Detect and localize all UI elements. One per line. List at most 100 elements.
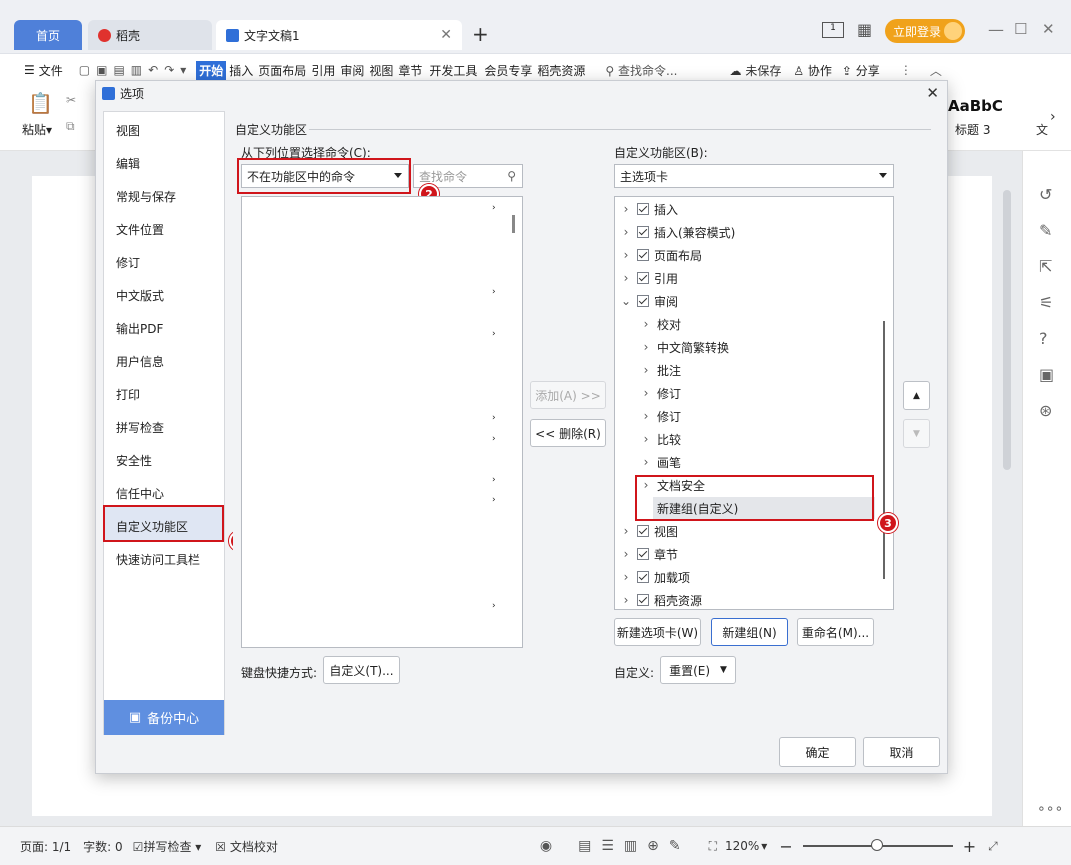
menu-section[interactable]: 章节 xyxy=(398,62,422,79)
tree-item-review[interactable]: ⌄ 审阅 xyxy=(619,290,678,312)
nav-item-export-pdf[interactable]: 输出PDF xyxy=(116,320,163,337)
ribbon-tree[interactable]: › 插入 › 插入(兼容模式) › 页面布局 › 引用 ⌄ 审阅 › 校对 › 中文简繁转换 … xyxy=(614,196,894,610)
nav-item-file-location[interactable]: 文件位置 xyxy=(116,221,164,238)
nav-item-view[interactable]: 视图 xyxy=(116,122,140,139)
settings-sliders-icon[interactable]: ⚟ xyxy=(1039,293,1053,312)
menu-file[interactable]: 文件 xyxy=(39,62,63,79)
quick-toolbar-icons[interactable]: ▢▣▤▥↶↷▾ xyxy=(79,63,192,77)
collapse-ribbon-icon[interactable]: ︿ xyxy=(930,62,942,79)
zoom-slider-thumb[interactable] xyxy=(870,839,883,851)
new-tab-ribbon-button[interactable]: 新建选项卡(W) xyxy=(614,618,701,646)
chevron-right-icon[interactable]: › xyxy=(619,570,633,584)
ribbon-next-icon[interactable]: › xyxy=(1050,109,1056,125)
cut-icon[interactable]: ✂ xyxy=(66,93,76,107)
add-button[interactable]: 添加(A) >> xyxy=(530,381,606,409)
nav-item-chinese-layout[interactable]: 中文版式 xyxy=(116,287,164,304)
nav-item-quick-access[interactable]: 快速访问工具栏 xyxy=(116,551,200,568)
tree-item-view[interactable]: › 视图 xyxy=(619,520,678,542)
tree-group-revision[interactable]: › 修订 xyxy=(639,382,681,404)
tab-home[interactable]: 首页 xyxy=(14,20,82,50)
pen-icon[interactable]: ✎ xyxy=(1039,221,1052,240)
text-icon[interactable]: 文 xyxy=(1036,121,1048,138)
tab-shell[interactable]: 稻壳 xyxy=(88,20,212,50)
more-icon[interactable]: ⋮ xyxy=(900,63,912,77)
menu-icon[interactable]: ☰ xyxy=(24,63,35,77)
chevron-right-icon[interactable]: › xyxy=(639,386,653,400)
chevron-down-icon[interactable]: ⌄ xyxy=(619,294,633,308)
collab-button[interactable]: ♙ 协作 xyxy=(793,62,832,79)
checkbox[interactable] xyxy=(637,525,649,537)
word-count[interactable]: 字数: 0 xyxy=(83,838,123,855)
menu-developer[interactable]: 开发工具 xyxy=(429,62,477,79)
menu-member[interactable]: 会员专享 xyxy=(484,62,532,79)
checkbox[interactable] xyxy=(637,226,649,238)
nav-item-revision[interactable]: 修订 xyxy=(116,254,140,271)
chevron-right-icon[interactable]: › xyxy=(619,248,633,262)
login-button[interactable]: 立即登录 xyxy=(885,19,965,43)
tree-item-insert-compat[interactable]: › 插入(兼容模式) xyxy=(619,221,736,243)
chevron-right-icon[interactable]: › xyxy=(639,409,653,423)
shape-tool-icon[interactable]: ↺ xyxy=(1039,185,1052,204)
zoom-slider[interactable] xyxy=(802,839,953,851)
tree-group-chinese-convert[interactable]: › 中文简繁转换 xyxy=(639,336,729,358)
pointer-icon[interactable]: ⇱ xyxy=(1039,257,1052,276)
new-tab-button[interactable]: + xyxy=(472,22,489,46)
compass-icon[interactable]: ⊛ xyxy=(1039,401,1052,420)
menu-review[interactable]: 审阅 xyxy=(340,62,364,79)
nav-item-user-info[interactable]: 用户信息 xyxy=(116,353,164,370)
fit-page-icon[interactable]: ⛶ xyxy=(709,839,717,854)
menu-start[interactable]: 开始 xyxy=(196,60,227,80)
zoom-out-button[interactable]: − xyxy=(779,837,792,856)
menu-view[interactable]: 视图 xyxy=(369,62,393,79)
tab-document[interactable]: 文字文稿1 ✕ xyxy=(216,20,462,50)
style-name[interactable]: 标题 3 xyxy=(955,121,990,138)
customize-ribbon-select[interactable]: 主选项卡 xyxy=(614,164,894,188)
vertical-scrollbar[interactable] xyxy=(1000,160,1014,820)
chevron-right-icon[interactable]: › xyxy=(619,593,633,607)
move-up-button[interactable]: ▲ xyxy=(903,381,930,410)
fullscreen-icon[interactable]: ⤢ xyxy=(988,839,998,854)
image-edit-icon[interactable]: ▣ xyxy=(1039,365,1054,384)
nav-item-spell-check[interactable]: 拼写检查 xyxy=(116,419,164,436)
menu-references[interactable]: 引用 xyxy=(311,62,335,79)
tree-item-addins[interactable]: › 加载项 xyxy=(619,566,690,588)
zoom-in-button[interactable]: + xyxy=(963,837,976,856)
new-group-button[interactable]: 新建组(N) xyxy=(711,618,788,646)
style-preview[interactable]: AaBbC xyxy=(948,97,1003,115)
chevron-right-icon[interactable]: › xyxy=(619,524,633,538)
nav-item-edit[interactable]: 编辑 xyxy=(116,155,140,172)
layout-icon[interactable]: 1 xyxy=(822,22,844,38)
tree-item-references[interactable]: › 引用 xyxy=(619,267,678,289)
checkbox[interactable] xyxy=(637,249,649,261)
close-window-icon[interactable]: ✕ xyxy=(1042,20,1055,38)
nav-item-trust-center[interactable]: 信任中心 xyxy=(116,485,164,502)
reset-button[interactable]: 重置(E) ▼ xyxy=(660,656,736,684)
chevron-right-icon[interactable]: › xyxy=(639,455,653,469)
grid-apps-icon[interactable]: ▦ xyxy=(857,20,872,39)
customize-shortcut-button[interactable]: 自定义(T)... xyxy=(323,656,400,684)
cancel-button[interactable]: 取消 xyxy=(863,737,940,767)
tree-item-section[interactable]: › 章节 xyxy=(619,543,678,565)
chevron-right-icon[interactable]: › xyxy=(639,432,653,446)
tree-group-compare[interactable]: › 比较 xyxy=(639,428,681,450)
rename-button[interactable]: 重命名(M)... xyxy=(797,618,874,646)
chevron-right-icon[interactable]: › xyxy=(619,225,633,239)
tree-item-insert[interactable]: › 插入 xyxy=(619,198,678,220)
zoom-level[interactable]: 120% xyxy=(725,839,759,853)
more-tools-icon[interactable]: ∘∘∘ xyxy=(1037,801,1063,817)
close-tab-icon[interactable]: ✕ xyxy=(440,27,452,43)
nav-item-security[interactable]: 安全性 xyxy=(116,452,152,469)
nav-item-general-save[interactable]: 常规与保存 xyxy=(116,188,176,205)
tree-item-page-layout[interactable]: › 页面布局 xyxy=(619,244,702,266)
minimize-icon[interactable]: — xyxy=(988,20,1004,39)
available-commands-list[interactable]: › › › › › › › › xyxy=(241,196,523,648)
tree-group-proofing[interactable]: › 校对 xyxy=(639,313,681,335)
search-command[interactable]: ⚲ 查找命令... xyxy=(605,62,677,79)
chevron-right-icon[interactable]: › xyxy=(619,547,633,561)
unsaved-status[interactable]: ☁ 未保存 xyxy=(729,62,781,79)
help-icon[interactable]: ? xyxy=(1039,329,1048,348)
chevron-right-icon[interactable]: › xyxy=(639,340,653,354)
copy-icon[interactable]: ⧉ xyxy=(66,119,75,134)
remove-button[interactable]: << 删除(R) xyxy=(530,419,606,447)
spell-check-toggle[interactable]: ☑拼写检查 ▾ xyxy=(133,838,202,855)
